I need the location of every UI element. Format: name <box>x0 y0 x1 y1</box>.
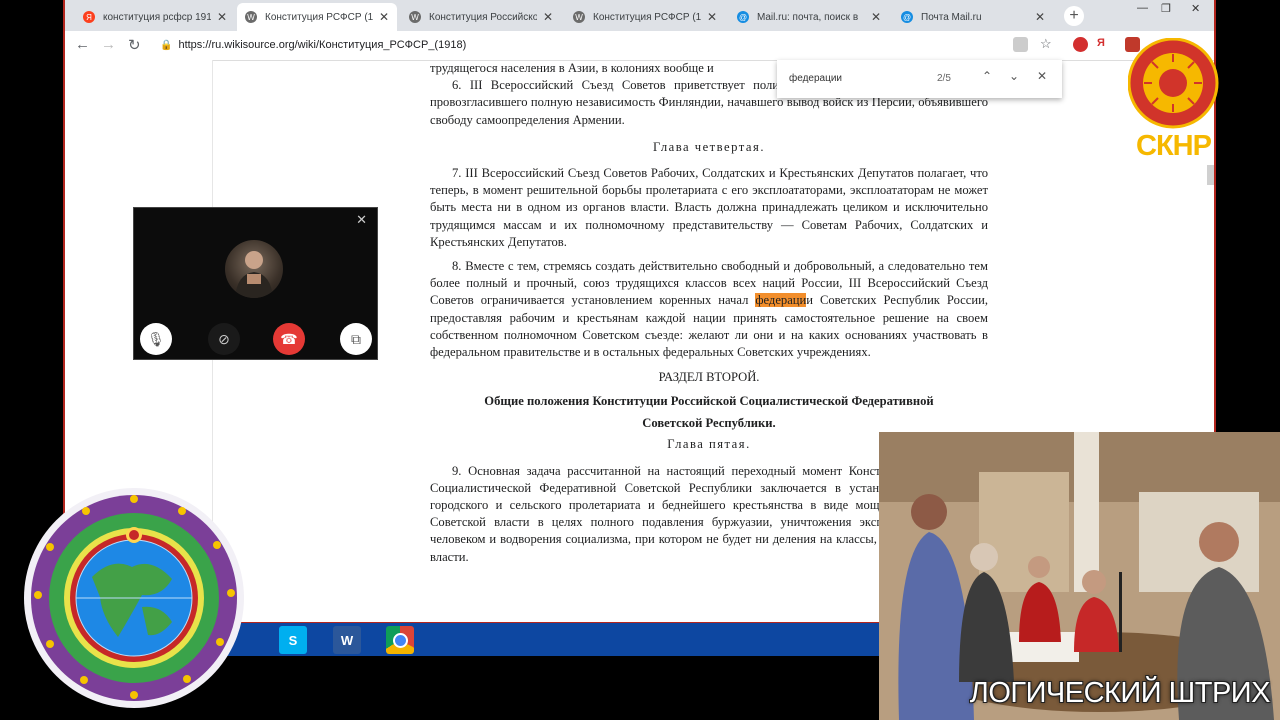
find-previous-icon[interactable]: ⌃ <box>982 69 992 83</box>
address-toolbar: ← → ↻ 🔒 https://ru.wikisource.org/wiki/Ко… <box>65 31 1214 61</box>
globe-emblem <box>24 488 244 708</box>
forward-icon[interactable]: → <box>101 36 116 53</box>
yandex-icon: Я <box>83 11 95 23</box>
reload-icon[interactable]: ↻ <box>128 36 141 54</box>
hang-up-button[interactable]: ☎ <box>273 323 305 355</box>
channel-brand: ЛОГИЧЕСКИЙ ШТРИХ <box>969 677 1271 709</box>
restore-icon[interactable]: ❐ <box>1161 2 1171 15</box>
tab-mailru[interactable]: @ Mail.ru: почта, поиск в ✕ <box>729 3 889 31</box>
person-icon <box>235 251 273 298</box>
bookmark-star-icon[interactable]: ☆ <box>1040 36 1052 52</box>
tab-wikisource-2[interactable]: W Конституция Российской ✕ <box>401 3 561 31</box>
article-8: 8. Вместе с тем, стремясь создать действ… <box>430 259 988 360</box>
close-tab-icon[interactable]: ✕ <box>379 10 389 24</box>
page-action-icon[interactable] <box>1013 37 1028 52</box>
sknr-logo-text: СКНР <box>1136 130 1212 162</box>
address-bar[interactable]: 🔒 https://ru.wikisource.org/wiki/Конститу… <box>160 35 1040 55</box>
find-count: 2/5 <box>937 73 951 84</box>
close-call-window-icon[interactable]: ✕ <box>356 212 367 228</box>
tab-wikisource-active[interactable]: W Конституция РСФСР (1918) ✕ <box>237 3 397 31</box>
close-tab-icon[interactable]: ✕ <box>871 10 881 24</box>
wikisource-icon: W <box>409 11 421 23</box>
back-icon[interactable]: ← <box>75 36 90 53</box>
search-highlight: федераци <box>755 293 807 308</box>
chrome-icon[interactable] <box>386 626 414 654</box>
wikisource-icon: W <box>245 11 257 23</box>
tab-bar: Я конституция рсфср 1918 ✕ W Конституция… <box>65 0 1214 31</box>
find-input[interactable]: федерации <box>789 73 842 84</box>
extension-icon[interactable] <box>1073 37 1088 52</box>
sknr-emblem <box>1128 38 1219 129</box>
mailru-icon: @ <box>737 11 749 23</box>
caller-avatar <box>225 240 283 298</box>
microphone-button[interactable]: 🎙 <box>140 323 172 355</box>
wikisource-icon: W <box>573 11 585 23</box>
camera-off-button[interactable]: ⊘ <box>208 323 240 355</box>
close-window-icon[interactable]: ✕ <box>1191 2 1200 15</box>
close-tab-icon[interactable]: ✕ <box>1035 10 1045 24</box>
close-tab-icon[interactable]: ✕ <box>707 10 717 24</box>
section-title: Общие положения Конституции Российской С… <box>484 394 934 409</box>
tab-yandex[interactable]: Я конституция рсфср 1918 ✕ <box>75 3 235 31</box>
find-next-icon[interactable]: ⌄ <box>1009 69 1019 83</box>
new-tab-button[interactable]: + <box>1064 6 1084 26</box>
tab-wikisource-3[interactable]: W Конституция РСФСР (1918) ✕ <box>565 3 725 31</box>
yandex-extension-icon[interactable]: Я <box>1097 37 1112 52</box>
tab-mailru-mail[interactable]: @ Почта Mail.ru ✕ <box>893 3 1053 31</box>
chapter-heading: Глава четвертая. <box>653 139 765 154</box>
scrollbar-thumb[interactable] <box>1207 165 1214 185</box>
video-call-window: ✕ 🎙 ⊘ ☎ ⧉ <box>133 207 378 360</box>
lock-icon: 🔒 <box>160 40 173 51</box>
mailru-icon: @ <box>901 11 913 23</box>
skype-icon[interactable]: S <box>279 626 307 654</box>
find-close-icon[interactable]: ✕ <box>1037 69 1047 83</box>
close-tab-icon[interactable]: ✕ <box>217 10 227 24</box>
close-tab-icon[interactable]: ✕ <box>543 10 553 24</box>
find-bar: федерации 2/5 ⌃ ⌄ ✕ <box>777 60 1062 98</box>
article-7: 7. III Всероссийский Съезд Советов Рабоч… <box>430 166 988 249</box>
switch-window-button[interactable]: ⧉ <box>340 323 372 355</box>
word-icon[interactable]: W <box>333 626 361 654</box>
minimize-icon[interactable]: — <box>1137 2 1148 14</box>
section-heading: РАЗДЕЛ ВТОРОЙ. <box>658 370 760 385</box>
